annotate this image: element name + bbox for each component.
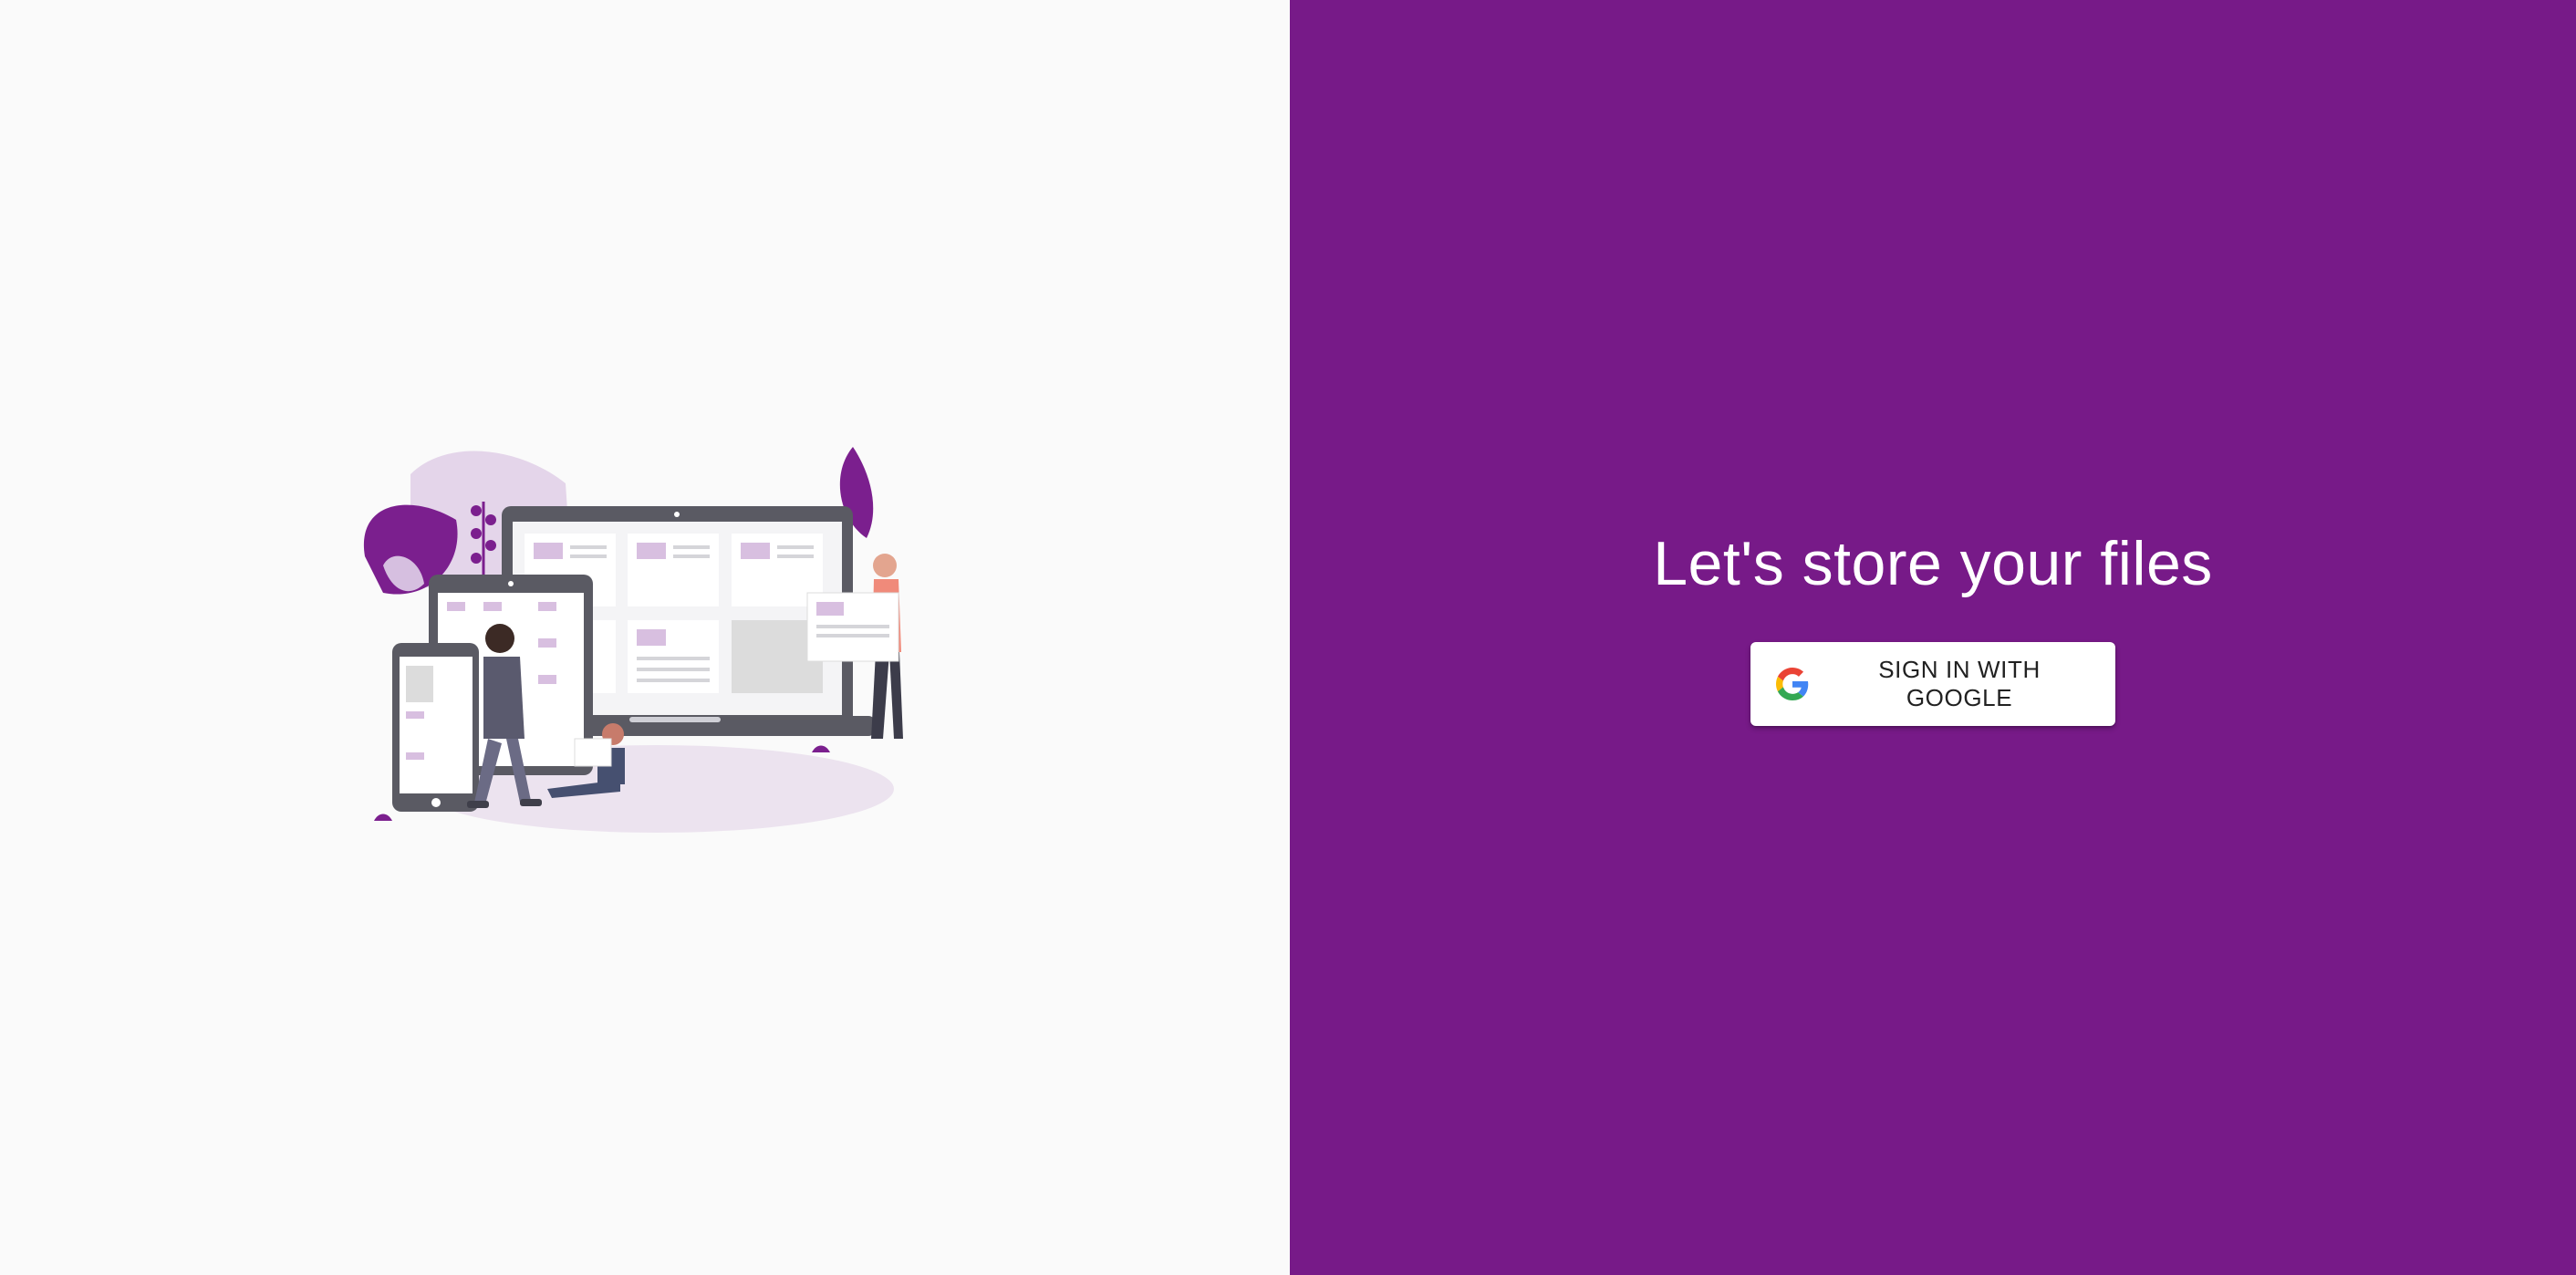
page-title: Let's store your files	[1653, 529, 2213, 598]
people-devices-illustration	[363, 447, 903, 833]
google-logo-icon	[1776, 667, 1809, 701]
sign-in-with-google-button[interactable]: SIGN IN WITH GOOGLE	[1750, 642, 2115, 726]
auth-panel: Let's store your files SIGN IN WITH GOOG…	[1290, 0, 2576, 1275]
sign-in-button-label: SIGN IN WITH GOOGLE	[1878, 656, 2041, 711]
person-head	[485, 624, 514, 653]
login-page: Let's store your files SIGN IN WITH GOOG…	[0, 0, 2576, 1275]
illustration-panel	[0, 0, 1290, 1275]
